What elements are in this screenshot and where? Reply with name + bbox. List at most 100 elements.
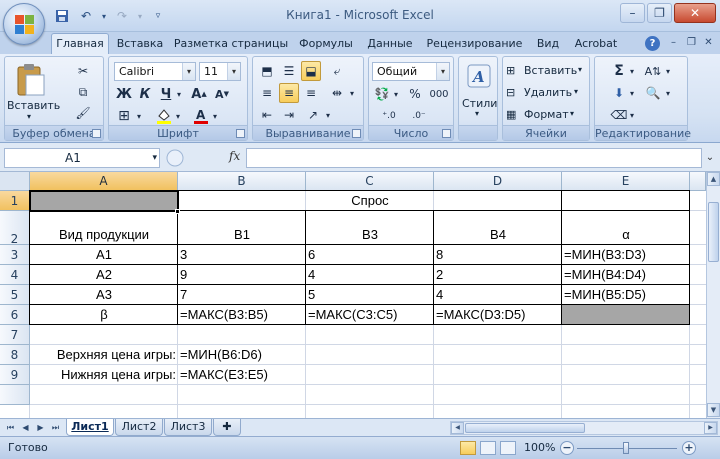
clipboard-launcher-icon[interactable] [92,129,101,138]
cell-a2[interactable]: Вид продукции [30,225,178,244]
currency-icon[interactable]: 💱 [372,84,392,104]
ribbon-minimize-icon[interactable]: – [667,36,680,49]
insert-function-icon[interactable]: fx [229,149,240,163]
sort-filter-dropdown-icon[interactable]: ▾ [663,61,673,81]
column-header-a[interactable]: A [30,172,178,191]
normal-view-icon[interactable] [460,441,476,455]
row-header-4[interactable]: 4 [0,265,30,285]
tab-formulas[interactable]: Формулы [293,34,359,54]
page-break-view-icon[interactable] [500,441,516,455]
cell-e5[interactable]: =МИН(B5:D5) [562,285,690,304]
align-center-icon[interactable]: ≡ [279,83,299,103]
name-box[interactable]: A1 ▾ [4,148,160,168]
vertical-scroll-thumb[interactable] [708,202,719,262]
column-header-extra[interactable] [690,172,706,191]
row-header-2[interactable]: 2 [0,211,30,246]
horizontal-scrollbar[interactable]: ◀ ▶ [450,421,718,435]
align-right-icon[interactable]: ≡ [301,83,321,103]
cell-d2[interactable]: В4 [434,225,562,244]
fill-handle[interactable] [175,209,180,214]
clear-dropdown-icon[interactable]: ▾ [627,105,637,125]
cell-b4[interactable]: 9 [178,265,306,284]
number-launcher-icon[interactable] [442,129,451,138]
cell-c2[interactable]: В3 [306,225,434,244]
expand-formula-bar-icon[interactable]: ⌄ [703,149,717,167]
cell-a9[interactable]: Нижняя цена игры: [30,365,178,384]
fill-color-dropdown-icon[interactable]: ▾ [173,106,183,126]
percent-button[interactable]: % [405,84,425,104]
ribbon-close-icon[interactable]: ✕ [702,36,715,49]
find-select-icon[interactable]: 🔍 [643,83,663,103]
fill-dropdown-icon[interactable]: ▾ [627,83,637,103]
fill-icon[interactable]: ⬇ [609,83,629,103]
column-header-c[interactable]: C [306,172,434,191]
tab-home[interactable]: Главная [51,33,109,55]
ribbon-restore-icon[interactable]: ❐ [685,36,698,49]
cell-c4[interactable]: 4 [306,265,434,284]
cell-c3[interactable]: 6 [306,245,434,264]
cell-d6[interactable]: =МАКС(D3:D5) [434,305,562,324]
sheet-tab-1[interactable]: Лист1 [66,419,114,436]
cell-d5[interactable]: 4 [434,285,562,304]
increase-decimal-icon[interactable]: ⁺.0 [379,106,399,126]
font-name-select[interactable]: Calibri ▾ [114,62,196,81]
styles-button[interactable]: A Стили ▾ [461,63,497,123]
autosum-dropdown-icon[interactable]: ▾ [627,61,637,81]
scroll-down-icon[interactable]: ▼ [707,403,720,417]
row-header-3[interactable]: 3 [0,245,30,265]
clear-icon[interactable]: ⌫ [609,105,629,125]
cell-b3[interactable]: 3 [178,245,306,264]
help-icon[interactable]: ? [645,36,660,51]
borders-dropdown-icon[interactable]: ▾ [134,106,144,126]
grow-font-icon[interactable]: A ▲ [189,84,209,104]
cell-e4[interactable]: =МИН(B4:D4) [562,265,690,284]
formula-input[interactable] [246,148,702,168]
row-header-8[interactable]: 8 [0,345,30,365]
sort-filter-icon[interactable]: A⇅ [643,61,663,81]
copy-icon[interactable]: ⧉ [73,82,93,102]
select-all-corner[interactable] [0,172,30,191]
underline-dropdown-icon[interactable]: ▾ [174,84,184,104]
find-select-dropdown-icon[interactable]: ▾ [663,83,673,103]
cell-b6[interactable]: =МАКС(B3:B5) [178,305,306,324]
italic-button[interactable]: К [135,84,155,104]
cell-d4[interactable]: 2 [434,265,562,284]
cell-d3[interactable]: 8 [434,245,562,264]
close-button[interactable]: ✕ [674,3,716,23]
cell-c6[interactable]: =МАКС(C3:C5) [306,305,434,324]
cell-b9[interactable]: =МАКС(E3:E5) [178,365,306,384]
scroll-right-icon[interactable]: ▶ [704,422,717,434]
paste-dropdown-icon[interactable]: ▾ [27,112,31,121]
align-middle-icon[interactable]: ☰ [279,61,299,81]
tab-view[interactable]: Вид [531,34,565,54]
cell-c5[interactable]: 5 [306,285,434,304]
font-size-dropdown-icon[interactable]: ▾ [227,63,240,80]
cell-e3[interactable]: =МИН(B3:D3) [562,245,690,264]
font-name-dropdown-icon[interactable]: ▾ [182,63,195,80]
zoom-in-icon[interactable]: + [682,441,696,455]
tab-insert[interactable]: Вставка [111,34,169,54]
sheet-tab-3[interactable]: Лист3 [164,419,212,436]
bold-button[interactable]: Ж [114,84,134,104]
align-top-icon[interactable]: ⬒ [257,61,277,81]
number-format-dropdown-icon[interactable]: ▾ [436,63,449,80]
orientation-icon[interactable]: ↗ [303,105,323,125]
thousands-separator-button[interactable]: 000 [427,84,451,104]
orientation-dropdown-icon[interactable]: ▾ [323,105,333,125]
row-header-9[interactable]: 9 [0,365,30,385]
last-sheet-icon[interactable]: ⏭ [49,421,62,434]
borders-icon[interactable]: ⊞ [114,106,134,126]
column-header-b[interactable]: B [178,172,306,191]
cell-a5[interactable]: А3 [30,285,178,304]
column-header-d[interactable]: D [434,172,562,191]
align-bottom-icon[interactable]: ⬓ [301,61,321,81]
minimize-button[interactable]: – [620,3,645,23]
zoom-slider-thumb[interactable] [623,442,629,454]
horizontal-scroll-thumb[interactable] [465,423,585,433]
name-box-dropdown-icon[interactable]: ▾ [152,149,157,167]
font-color-icon[interactable]: A [191,106,211,126]
increase-indent-icon[interactable]: ⇥ [279,105,299,125]
autosum-icon[interactable]: Σ [609,61,629,81]
format-painter-icon[interactable]: 🖌 [73,103,93,123]
cell-a4[interactable]: А2 [30,265,178,284]
